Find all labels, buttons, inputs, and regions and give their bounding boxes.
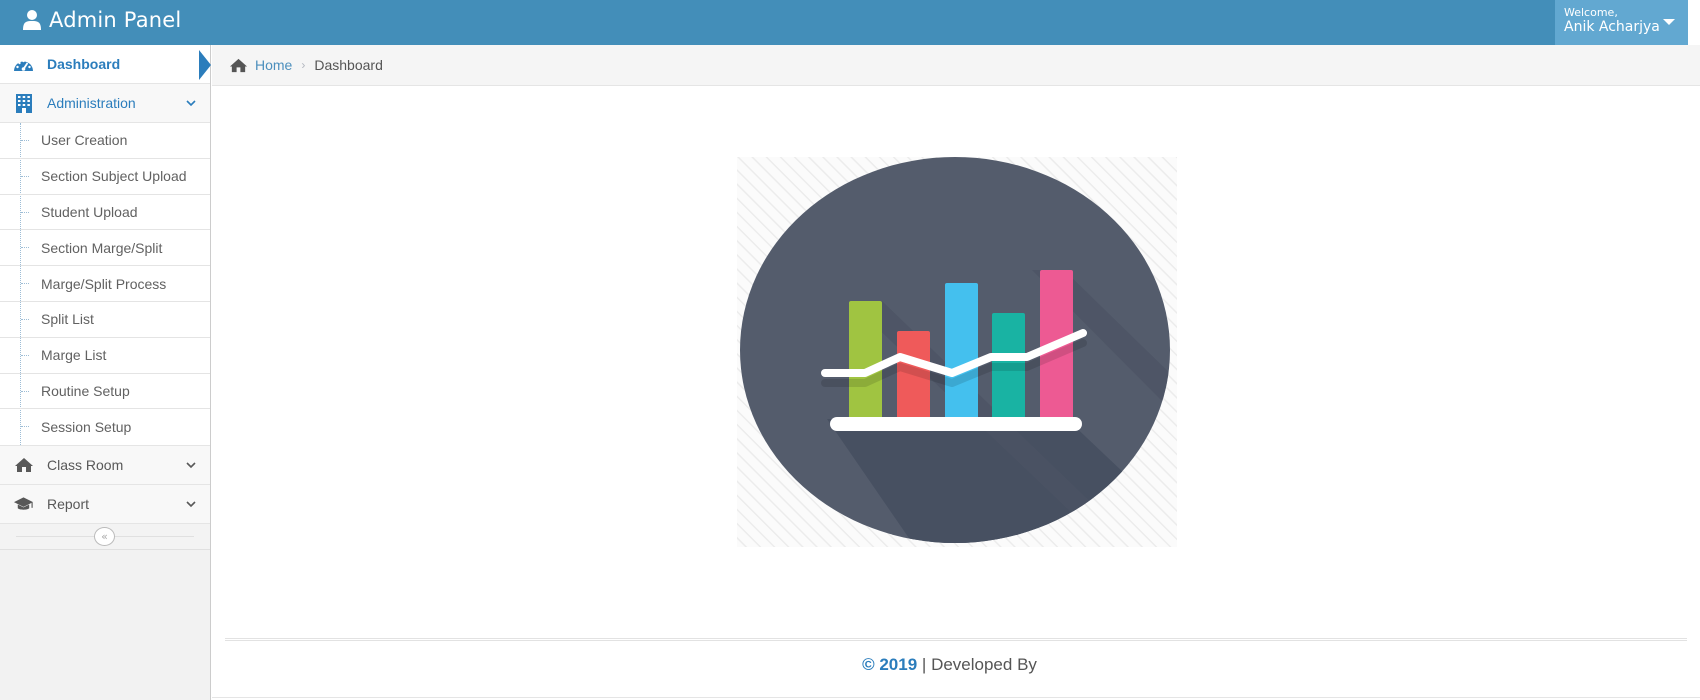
sidebar-item-label: Administration bbox=[47, 95, 136, 111]
submenu-item-student-upload[interactable]: Student Upload bbox=[0, 195, 210, 231]
welcome-label: Welcome, bbox=[1564, 6, 1618, 19]
submenu-item-user-creation[interactable]: User Creation bbox=[0, 123, 210, 159]
sidebar-collapse-bar: « bbox=[0, 524, 210, 551]
bar-green bbox=[849, 301, 882, 419]
page-bottom-border bbox=[212, 697, 1700, 698]
graduation-cap-icon bbox=[13, 494, 34, 514]
breadcrumb: Home › Dashboard bbox=[212, 45, 1700, 86]
footer-separator: | bbox=[921, 655, 927, 674]
caret-down-icon bbox=[1663, 19, 1675, 25]
breadcrumb-home-link[interactable]: Home bbox=[255, 57, 292, 73]
submenu-item-marge-split-process[interactable]: Marge/Split Process bbox=[0, 266, 210, 302]
breadcrumb-current: Dashboard bbox=[314, 57, 383, 73]
administration-submenu: User Creation Section Subject Upload Stu… bbox=[0, 123, 210, 447]
bar-blue bbox=[945, 283, 978, 419]
submenu-item-section-marge-split[interactable]: Section Marge/Split bbox=[0, 230, 210, 267]
top-navbar: Admin Panel Welcome, Anik Acharjya bbox=[0, 0, 1700, 45]
angle-right-icon: › bbox=[301, 58, 306, 72]
navbar-edge bbox=[1688, 0, 1700, 45]
sidebar-item-administration[interactable]: Administration bbox=[0, 84, 210, 123]
submenu-item-marge-list[interactable]: Marge List bbox=[0, 338, 210, 374]
submenu-item-split-list[interactable]: Split List bbox=[0, 302, 210, 338]
submenu-item-routine-setup[interactable]: Routine Setup bbox=[0, 374, 210, 410]
double-angle-left-icon[interactable]: « bbox=[94, 527, 115, 547]
sidebar: Dashboard Administration User Creation S… bbox=[0, 45, 211, 700]
footer-developed-by: Developed By bbox=[931, 655, 1037, 674]
home-icon bbox=[229, 58, 248, 72]
sidebar-item-dashboard[interactable]: Dashboard bbox=[0, 45, 210, 84]
chevron-down-icon bbox=[186, 100, 196, 107]
sidebar-item-label: Report bbox=[47, 496, 90, 513]
footer-divider bbox=[225, 638, 1687, 641]
home-icon bbox=[13, 455, 34, 475]
user-menu[interactable]: Welcome, Anik Acharjya bbox=[1555, 0, 1688, 45]
footer-copyright: © 2019 bbox=[862, 655, 918, 674]
chart-baseline bbox=[830, 417, 1082, 431]
chevron-down-icon bbox=[186, 462, 196, 469]
brand[interactable]: Admin Panel bbox=[22, 8, 181, 32]
sidebar-item-label: Dashboard bbox=[47, 56, 121, 72]
chevron-down-icon bbox=[186, 501, 196, 508]
bar-chart-illustration bbox=[737, 157, 1177, 547]
submenu-item-session-setup[interactable]: Session Setup bbox=[0, 409, 210, 445]
sidebar-item-class-room[interactable]: Class Room bbox=[0, 446, 210, 486]
sidebar-item-label: Class Room bbox=[47, 457, 124, 474]
submenu-item-section-subject-upload[interactable]: Section Subject Upload bbox=[0, 159, 210, 195]
tachometer-icon bbox=[13, 54, 34, 74]
footer: © 2019 | Developed By bbox=[212, 655, 1687, 675]
brand-title: Admin Panel bbox=[49, 8, 182, 32]
user-icon bbox=[23, 10, 41, 30]
sidebar-item-report[interactable]: Report bbox=[0, 485, 210, 525]
building-icon bbox=[13, 93, 34, 113]
